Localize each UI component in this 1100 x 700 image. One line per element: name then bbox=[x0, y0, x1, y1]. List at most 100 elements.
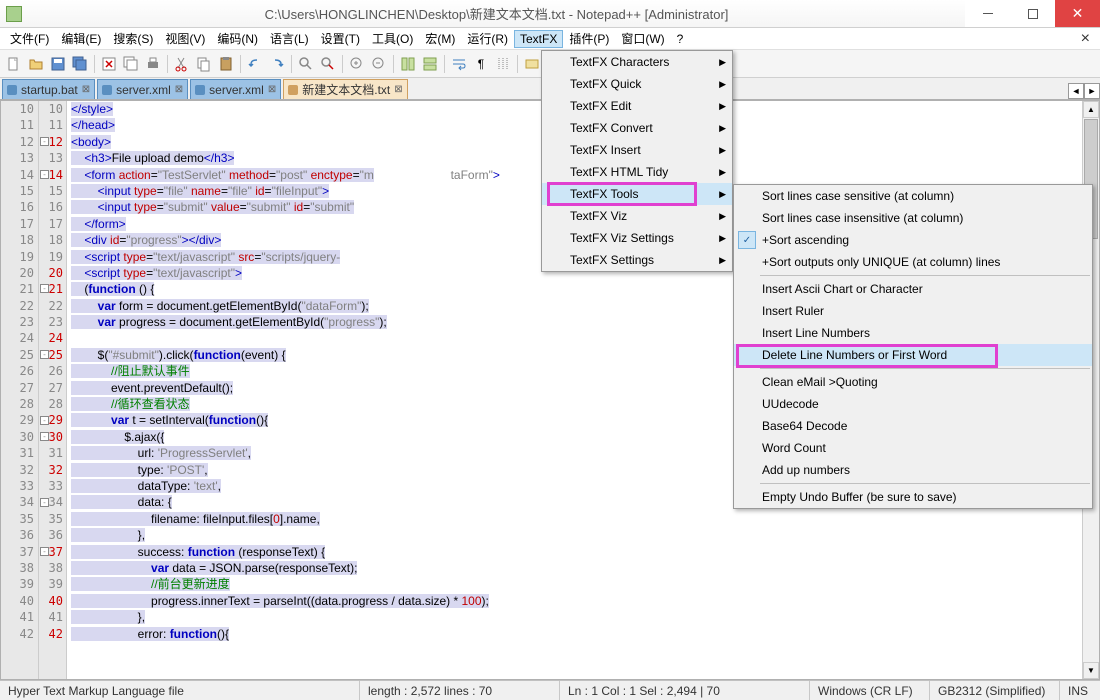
fold-icon[interactable]: - bbox=[40, 170, 49, 179]
tab-close-icon[interactable]: ⊠ bbox=[268, 84, 276, 95]
new-file-button[interactable] bbox=[4, 54, 24, 74]
save-all-button[interactable] bbox=[70, 54, 90, 74]
menu-item-2[interactable]: 搜索(S) bbox=[107, 28, 159, 49]
code-line[interactable]: progress.innerText = parseInt((data.prog… bbox=[67, 593, 1082, 609]
tab-prev-button[interactable]: ◄ bbox=[1068, 83, 1084, 99]
indent-guide-button[interactable] bbox=[493, 54, 513, 74]
mdi-close-icon[interactable]: × bbox=[1081, 30, 1090, 48]
menu-label: Sort lines case insensitive (at column) bbox=[762, 211, 963, 225]
tools-menu-item-2[interactable]: ✓+Sort ascending bbox=[734, 229, 1092, 251]
tools-menu-item-8[interactable]: Delete Line Numbers or First Word bbox=[734, 344, 1092, 366]
fold-icon[interactable]: - bbox=[40, 498, 49, 507]
copy-button[interactable] bbox=[194, 54, 214, 74]
menu-item-8[interactable]: 宏(M) bbox=[419, 28, 461, 49]
tab-next-button[interactable]: ► bbox=[1084, 83, 1100, 99]
tools-menu-item-12[interactable]: Base64 Decode bbox=[734, 415, 1092, 437]
tools-menu-item-0[interactable]: Sort lines case sensitive (at column) bbox=[734, 185, 1092, 207]
textfx-menu-item-7[interactable]: TextFX Viz▶ bbox=[542, 205, 732, 227]
textfx-menu-item-0[interactable]: TextFX Characters▶ bbox=[542, 51, 732, 73]
tab-3[interactable]: 新建文本文档.txt⊠ bbox=[283, 79, 407, 99]
menu-item-0[interactable]: 文件(F) bbox=[4, 28, 55, 49]
tools-menu-item-1[interactable]: Sort lines case insensitive (at column) bbox=[734, 207, 1092, 229]
textfx-menu[interactable]: TextFX Characters▶TextFX Quick▶TextFX Ed… bbox=[541, 50, 733, 272]
wrap-button[interactable] bbox=[449, 54, 469, 74]
tools-menu-item-3[interactable]: +Sort outputs only UNIQUE (at column) li… bbox=[734, 251, 1092, 273]
show-all-chars-button[interactable]: ¶ bbox=[471, 54, 491, 74]
fold-icon[interactable]: - bbox=[40, 416, 49, 425]
print-button[interactable] bbox=[143, 54, 163, 74]
textfx-menu-item-1[interactable]: TextFX Quick▶ bbox=[542, 73, 732, 95]
code-line[interactable]: var data = JSON.parse(responseText); bbox=[67, 560, 1082, 576]
textfx-tools-submenu[interactable]: Sort lines case sensitive (at column) Sor… bbox=[733, 184, 1093, 509]
menu-label: TextFX Convert bbox=[570, 121, 653, 135]
submenu-arrow-icon: ▶ bbox=[719, 79, 726, 90]
menu-item-4[interactable]: 编码(N) bbox=[211, 28, 264, 49]
fold-icon[interactable]: - bbox=[40, 284, 49, 293]
fold-icon[interactable]: - bbox=[40, 137, 49, 146]
scroll-down-button[interactable]: ▼ bbox=[1083, 662, 1099, 679]
tab-label: startup.bat bbox=[21, 83, 78, 97]
tools-menu-item-14[interactable]: Add up numbers bbox=[734, 459, 1092, 481]
zoom-in-button[interactable] bbox=[347, 54, 367, 74]
status-ins: INS bbox=[1060, 681, 1096, 700]
scroll-up-button[interactable]: ▲ bbox=[1083, 101, 1099, 118]
textfx-menu-item-5[interactable]: TextFX HTML Tidy▶ bbox=[542, 161, 732, 183]
tab-close-icon[interactable]: ⊠ bbox=[175, 84, 183, 95]
tab-0[interactable]: startup.bat ⊠ bbox=[2, 79, 95, 99]
cut-button[interactable] bbox=[172, 54, 192, 74]
redo-button[interactable] bbox=[267, 54, 287, 74]
fold-icon[interactable]: - bbox=[40, 547, 49, 556]
tab-1[interactable]: server.xml⊠ bbox=[97, 79, 188, 99]
menu-item-9[interactable]: 运行(R) bbox=[461, 28, 514, 49]
tools-menu-item-5[interactable]: Insert Ascii Chart or Character bbox=[734, 278, 1092, 300]
textfx-menu-item-3[interactable]: TextFX Convert▶ bbox=[542, 117, 732, 139]
tools-menu-item-11[interactable]: UUdecode bbox=[734, 393, 1092, 415]
minimize-button[interactable] bbox=[965, 0, 1010, 27]
textfx-menu-item-8[interactable]: TextFX Viz Settings▶ bbox=[542, 227, 732, 249]
close-tab-button[interactable] bbox=[99, 54, 119, 74]
maximize-button[interactable] bbox=[1010, 0, 1055, 27]
menu-item-6[interactable]: 设置(T) bbox=[315, 28, 366, 49]
undo-button[interactable] bbox=[245, 54, 265, 74]
textfx-menu-item-9[interactable]: TextFX Settings▶ bbox=[542, 249, 732, 271]
lang-button[interactable] bbox=[522, 54, 542, 74]
tools-menu-item-13[interactable]: Word Count bbox=[734, 437, 1092, 459]
tools-menu-item-10[interactable]: Clean eMail >Quoting bbox=[734, 371, 1092, 393]
tools-menu-item-7[interactable]: Insert Line Numbers bbox=[734, 322, 1092, 344]
menu-item-3[interactable]: 视图(V) bbox=[159, 28, 211, 49]
textfx-menu-item-4[interactable]: TextFX Insert▶ bbox=[542, 139, 732, 161]
zoom-out-button[interactable] bbox=[369, 54, 389, 74]
code-line[interactable]: success: function (responseText) { bbox=[67, 544, 1082, 560]
menu-item-11[interactable]: 插件(P) bbox=[563, 28, 615, 49]
find-button[interactable] bbox=[296, 54, 316, 74]
tab-2[interactable]: server.xml⊠ bbox=[190, 79, 281, 99]
tab-close-icon[interactable]: ⊠ bbox=[82, 84, 90, 95]
menu-item-1[interactable]: 编辑(E) bbox=[55, 28, 107, 49]
open-file-button[interactable] bbox=[26, 54, 46, 74]
save-button[interactable] bbox=[48, 54, 68, 74]
code-line[interactable]: //前台更新进度 bbox=[67, 576, 1082, 592]
code-line[interactable]: }, bbox=[67, 527, 1082, 543]
textfx-menu-item-6[interactable]: TextFX Tools▶ bbox=[542, 183, 732, 205]
sync-h-button[interactable] bbox=[420, 54, 440, 74]
menu-item-5[interactable]: 语言(L) bbox=[264, 28, 315, 49]
tools-menu-item-16[interactable]: Empty Undo Buffer (be sure to save) bbox=[734, 486, 1092, 508]
tools-menu-item-6[interactable]: Insert Ruler bbox=[734, 300, 1092, 322]
sync-v-button[interactable] bbox=[398, 54, 418, 74]
menu-item-10[interactable]: TextFX bbox=[514, 30, 563, 48]
code-line[interactable]: }, bbox=[67, 609, 1082, 625]
code-line[interactable]: filename: fileInput.files[0].name, bbox=[67, 511, 1082, 527]
fold-icon[interactable]: - bbox=[40, 432, 49, 441]
close-all-button[interactable] bbox=[121, 54, 141, 74]
menu-label: Word Count bbox=[762, 441, 826, 455]
menu-item-7[interactable]: 工具(O) bbox=[366, 28, 419, 49]
close-button[interactable]: ✕ bbox=[1055, 0, 1100, 27]
code-line[interactable]: error: function(){ bbox=[67, 626, 1082, 642]
tab-close-icon[interactable]: ⊠ bbox=[394, 84, 402, 95]
menu-item-13[interactable]: ? bbox=[671, 30, 690, 48]
fold-icon[interactable]: - bbox=[40, 350, 49, 359]
menu-item-12[interactable]: 窗口(W) bbox=[615, 28, 670, 49]
paste-button[interactable] bbox=[216, 54, 236, 74]
textfx-menu-item-2[interactable]: TextFX Edit▶ bbox=[542, 95, 732, 117]
replace-button[interactable] bbox=[318, 54, 338, 74]
